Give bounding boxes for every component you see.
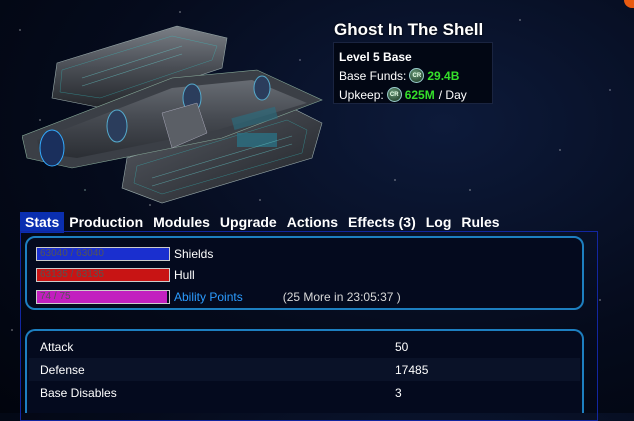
ability-row: 74 / 75 Ability Points (25 More in 23:05… (36, 290, 401, 304)
base-funds-label: Base Funds: (339, 68, 407, 83)
stat-value: 17485 (395, 362, 429, 377)
stat-value: 3 (395, 385, 402, 400)
base-ship-image (22, 25, 323, 204)
stats-table: Attack 50 Defense 17485 Base Disables 3 (25, 329, 584, 413)
ability-bar-text: 74 / 75 (40, 291, 71, 302)
base-info-box: Level 5 Base Base Funds: CR 29.4B Upkeep… (333, 42, 493, 104)
table-row: Attack 50 (29, 335, 580, 358)
stat-name: Defense (40, 362, 85, 377)
table-row: Defense 17485 (29, 358, 580, 381)
credits-coin-icon: CR (386, 87, 402, 102)
tab-production[interactable]: Production (64, 212, 148, 233)
ability-regen-timer: (25 More in 23:05:37 ) (282, 290, 401, 304)
ability-points-bar: 74 / 75 (36, 290, 170, 304)
base-funds-value: 29.4B (427, 68, 460, 83)
base-funds-row: Base Funds: CR 29.4B (339, 66, 492, 85)
ability-points-link[interactable]: Ability Points (174, 290, 243, 304)
tab-log[interactable]: Log (421, 212, 457, 233)
base-tabs: Stats Production Modules Upgrade Actions… (20, 212, 505, 233)
upkeep-row: Upkeep: CR 625M / Day (339, 85, 492, 104)
shields-row: 63040 / 63040 Shields (36, 247, 213, 261)
base-name-title: Ghost In The Shell (334, 20, 484, 39)
status-bars-box: 63040 / 63040 Shields 63135 / 63135 Hull… (25, 236, 584, 310)
tab-effects[interactable]: Effects (3) (343, 212, 421, 233)
upkeep-suffix: / Day (438, 87, 467, 102)
stat-name: Base Disables (40, 385, 117, 400)
tab-modules[interactable]: Modules (148, 212, 215, 233)
stat-name: Attack (40, 339, 74, 354)
tab-actions[interactable]: Actions (282, 212, 343, 233)
hull-row: 63135 / 63135 Hull (36, 268, 195, 282)
hull-label: Hull (174, 268, 195, 282)
shields-label: Shields (174, 247, 214, 261)
upkeep-label: Upkeep: (339, 87, 384, 102)
upkeep-value: 625M (404, 87, 435, 102)
hull-bar-text: 63135 / 63135 (40, 269, 104, 280)
stat-value: 50 (395, 339, 409, 354)
shields-bar: 63040 / 63040 (36, 247, 170, 261)
tab-rules[interactable]: Rules (456, 212, 504, 233)
table-row: Base Disables 3 (29, 381, 580, 404)
base-level: Level 5 Base (339, 49, 412, 64)
credits-coin-icon: CR (409, 68, 425, 83)
close-corner-icon[interactable] (624, 0, 634, 8)
hull-bar: 63135 / 63135 (36, 268, 170, 282)
shields-bar-text: 63040 / 63040 (40, 248, 104, 259)
tab-stats[interactable]: Stats (20, 212, 65, 233)
tab-upgrade[interactable]: Upgrade (215, 212, 282, 233)
